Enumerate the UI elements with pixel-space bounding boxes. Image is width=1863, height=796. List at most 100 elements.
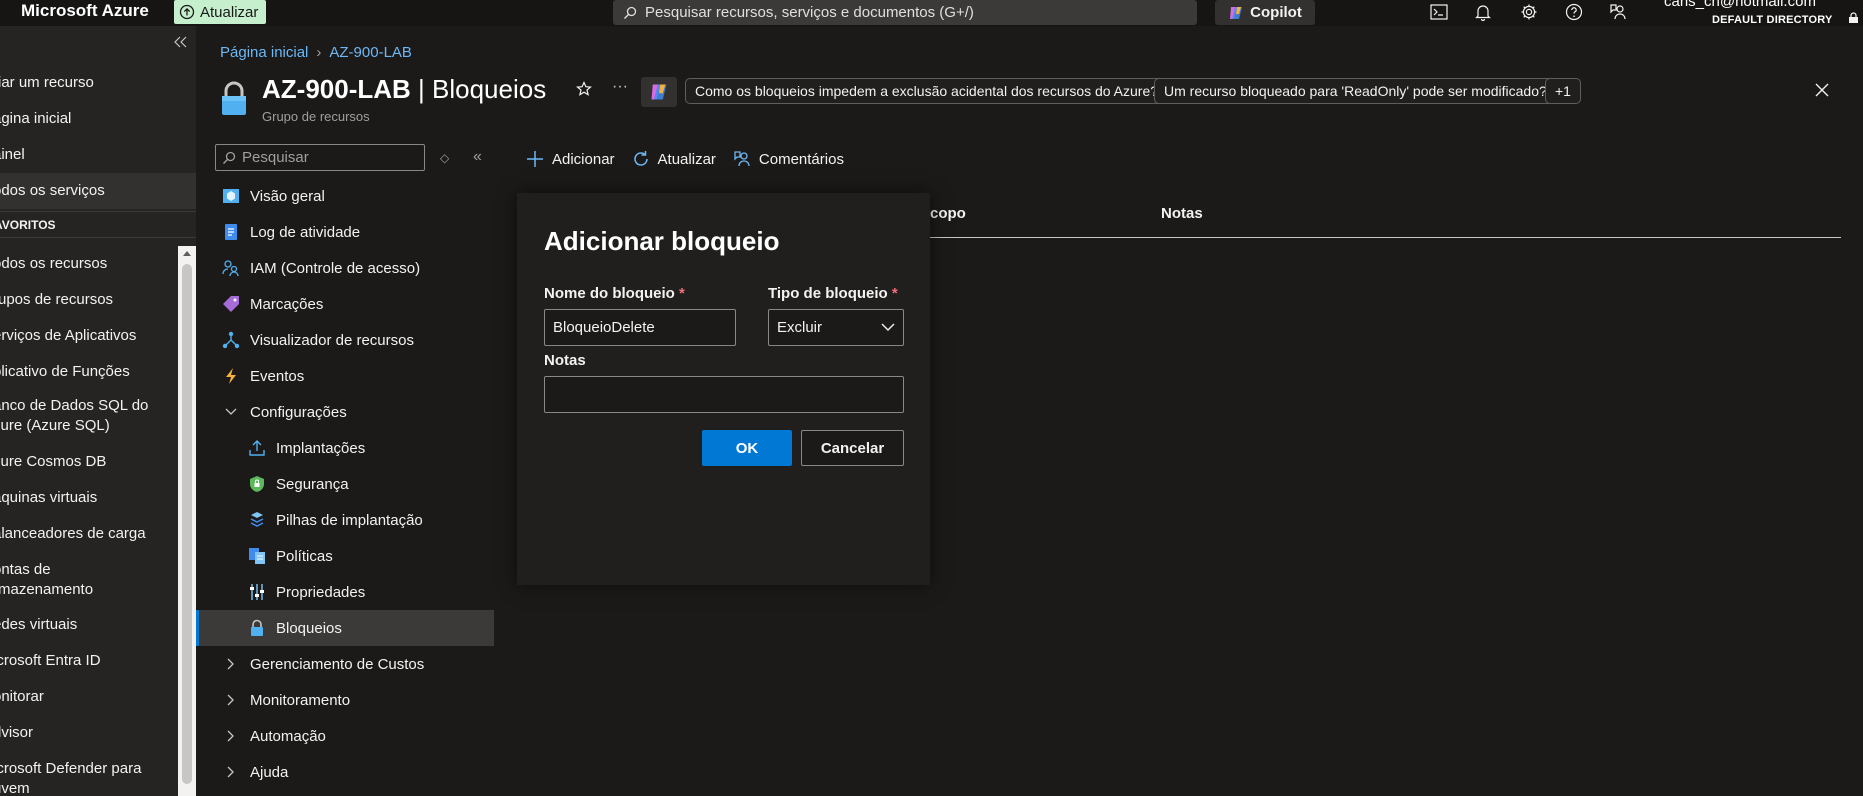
account-email[interactable]: carls_ch@hotmail.com xyxy=(1664,0,1816,10)
favorite-item[interactable]: erviços de Aplicativos xyxy=(0,326,196,346)
plus-icon xyxy=(526,150,544,168)
column-header-notes[interactable]: Notas xyxy=(1161,205,1203,222)
copilot-suggestions-icon[interactable] xyxy=(641,77,677,107)
update-icon xyxy=(179,4,195,20)
breadcrumb-home[interactable]: Página inicial xyxy=(220,44,308,61)
portal-menu-item[interactable]: riar um recurso xyxy=(0,73,196,93)
star-icon[interactable] xyxy=(576,81,592,97)
bell-icon[interactable] xyxy=(1470,0,1496,24)
favorite-item[interactable]: ontas de rmazenamento xyxy=(0,560,196,600)
favorite-item[interactable]: odos os recursos xyxy=(0,254,196,274)
help-icon[interactable] xyxy=(1561,0,1587,24)
favorite-item[interactable]: zure Cosmos DB xyxy=(0,452,196,472)
portal-menu: riar um recurso ágina inicial ainel odos… xyxy=(0,26,196,796)
global-search-input[interactable]: Pesquisar recursos, serviços e documento… xyxy=(613,0,1197,25)
favorite-item[interactable]: alanceadores de carga xyxy=(0,524,196,544)
refresh-icon xyxy=(632,150,650,168)
menu-group-cost-management[interactable]: Gerenciamento de Custos xyxy=(196,646,494,682)
favorite-item[interactable]: rupos de recursos xyxy=(0,290,196,310)
page-subtitle: Grupo de recursos xyxy=(262,109,370,124)
iam-icon xyxy=(221,258,241,278)
lock-type-label: Tipo de bloqueio * xyxy=(768,285,898,302)
breadcrumb-resource-group[interactable]: AZ-900-LAB xyxy=(329,44,412,61)
favorite-item[interactable]: dvisor xyxy=(0,723,196,743)
menu-item-tags[interactable]: Marcações xyxy=(196,286,494,322)
lock-icon xyxy=(247,618,267,638)
copilot-button[interactable]: Copilot xyxy=(1215,0,1315,25)
menu-group-help[interactable]: Ajuda xyxy=(196,754,494,790)
lock-name-label: Nome do bloqueio * xyxy=(544,285,685,302)
menu-item-overview[interactable]: Visão geral xyxy=(196,178,494,214)
notes-label: Notas xyxy=(544,352,586,369)
scroll-up-icon[interactable] xyxy=(183,251,191,256)
sort-icon[interactable]: ◇ xyxy=(440,151,449,165)
global-search-placeholder: Pesquisar recursos, serviços e documento… xyxy=(645,4,974,21)
gear-icon[interactable] xyxy=(1516,0,1542,24)
chevron-right-icon xyxy=(221,730,241,742)
favorites-label: AVORITOS xyxy=(0,218,56,232)
menu-group-settings[interactable]: Configurações xyxy=(196,394,494,430)
scrollbar-thumb[interactable] xyxy=(182,264,192,784)
feedback-icon xyxy=(733,150,751,168)
chevron-right-icon xyxy=(221,658,241,670)
command-bar: Adicionar Atualizar Comentários xyxy=(526,150,861,168)
favorite-item[interactable]: anco de Dados SQL do zure (Azure SQL) xyxy=(0,396,196,436)
menu-item-properties[interactable]: Propriedades xyxy=(196,574,494,610)
ok-button[interactable]: OK xyxy=(702,430,792,466)
favorite-item[interactable]: plicativo de Funções xyxy=(0,362,196,382)
menu-item-activity-log[interactable]: Log de atividade xyxy=(196,214,494,250)
menu-item-policies[interactable]: Políticas xyxy=(196,538,494,574)
chevron-down-icon xyxy=(881,323,895,332)
lock-type-select[interactable]: Excluir xyxy=(768,309,904,346)
copilot-suggestion-chip[interactable]: Como os bloqueios impedem a exclusão aci… xyxy=(685,78,1169,104)
chevron-right-icon xyxy=(221,694,241,706)
menu-group-monitoring[interactable]: Monitoramento xyxy=(196,682,494,718)
chevron-right-icon: › xyxy=(316,44,322,61)
column-header-scope[interactable]: copo xyxy=(930,205,966,222)
portal-menu-item[interactable]: ainel xyxy=(0,145,196,165)
favorite-item[interactable]: onitorar xyxy=(0,687,196,707)
menu-item-resource-visualizer[interactable]: Visualizador de recursos xyxy=(196,322,494,358)
account-directory[interactable]: DEFAULT DIRECTORY xyxy=(1712,14,1833,26)
menu-item-events[interactable]: Eventos xyxy=(196,358,494,394)
menu-item-deployment-stacks[interactable]: Pilhas de implantação xyxy=(196,502,494,538)
add-button[interactable]: Adicionar xyxy=(526,150,615,168)
portal-menu-item[interactable]: ágina inicial xyxy=(0,109,196,129)
chevron-down-icon xyxy=(221,408,241,416)
menu-item-iam[interactable]: IAM (Controle de acesso) xyxy=(196,250,494,286)
more-options-icon[interactable]: ··· xyxy=(612,78,628,96)
refresh-button[interactable]: Atualizar xyxy=(632,150,716,168)
update-button[interactable]: Atualizar xyxy=(174,0,266,24)
favorite-item[interactable]: edes virtuais xyxy=(0,615,196,635)
menu-item-locks[interactable]: Bloqueios xyxy=(196,610,494,646)
breadcrumb: Página inicial › AZ-900-LAB xyxy=(220,44,412,61)
lock-name-input[interactable] xyxy=(544,309,736,346)
favorite-item[interactable]: áquinas virtuais xyxy=(0,488,196,508)
portal-menu-scrollbar[interactable] xyxy=(178,246,196,796)
feedback-button[interactable]: Comentários xyxy=(733,150,844,168)
feedback-icon[interactable] xyxy=(1605,0,1631,24)
favorite-item[interactable]: icrosoft Entra ID xyxy=(0,651,196,671)
notes-input[interactable] xyxy=(544,376,904,413)
resource-menu-search-input[interactable]: Pesquisar xyxy=(215,144,425,171)
required-marker: * xyxy=(679,285,685,302)
portal-brand[interactable]: Microsoft Azure xyxy=(21,1,149,21)
chevron-right-icon xyxy=(221,766,241,778)
menu-group-automation[interactable]: Automação xyxy=(196,718,494,754)
cancel-button[interactable]: Cancelar xyxy=(801,430,904,466)
menu-item-deployments[interactable]: Implantações xyxy=(196,430,494,466)
copilot-suggestion-chip[interactable]: Um recurso bloqueado para 'ReadOnly' pod… xyxy=(1154,78,1557,104)
lock-type-value: Excluir xyxy=(777,319,823,336)
favorite-item[interactable]: icrosoft Defender para uvem xyxy=(0,759,196,796)
collapse-menu-icon[interactable]: « xyxy=(473,148,482,166)
menu-item-security[interactable]: Segurança xyxy=(196,466,494,502)
resource-visualizer-icon xyxy=(221,330,241,350)
resource-menu: Pesquisar ◇ « Visão geral Log de ativida… xyxy=(196,135,494,796)
collapse-menu-icon[interactable] xyxy=(174,36,188,48)
more-suggestions-chip[interactable]: +1 xyxy=(1545,78,1581,104)
close-icon[interactable] xyxy=(1815,83,1829,97)
cloud-shell-icon[interactable] xyxy=(1426,0,1452,24)
lock-icon xyxy=(220,81,248,117)
required-marker: * xyxy=(891,285,898,302)
portal-menu-item-all-services[interactable]: odos os serviços xyxy=(0,173,196,209)
